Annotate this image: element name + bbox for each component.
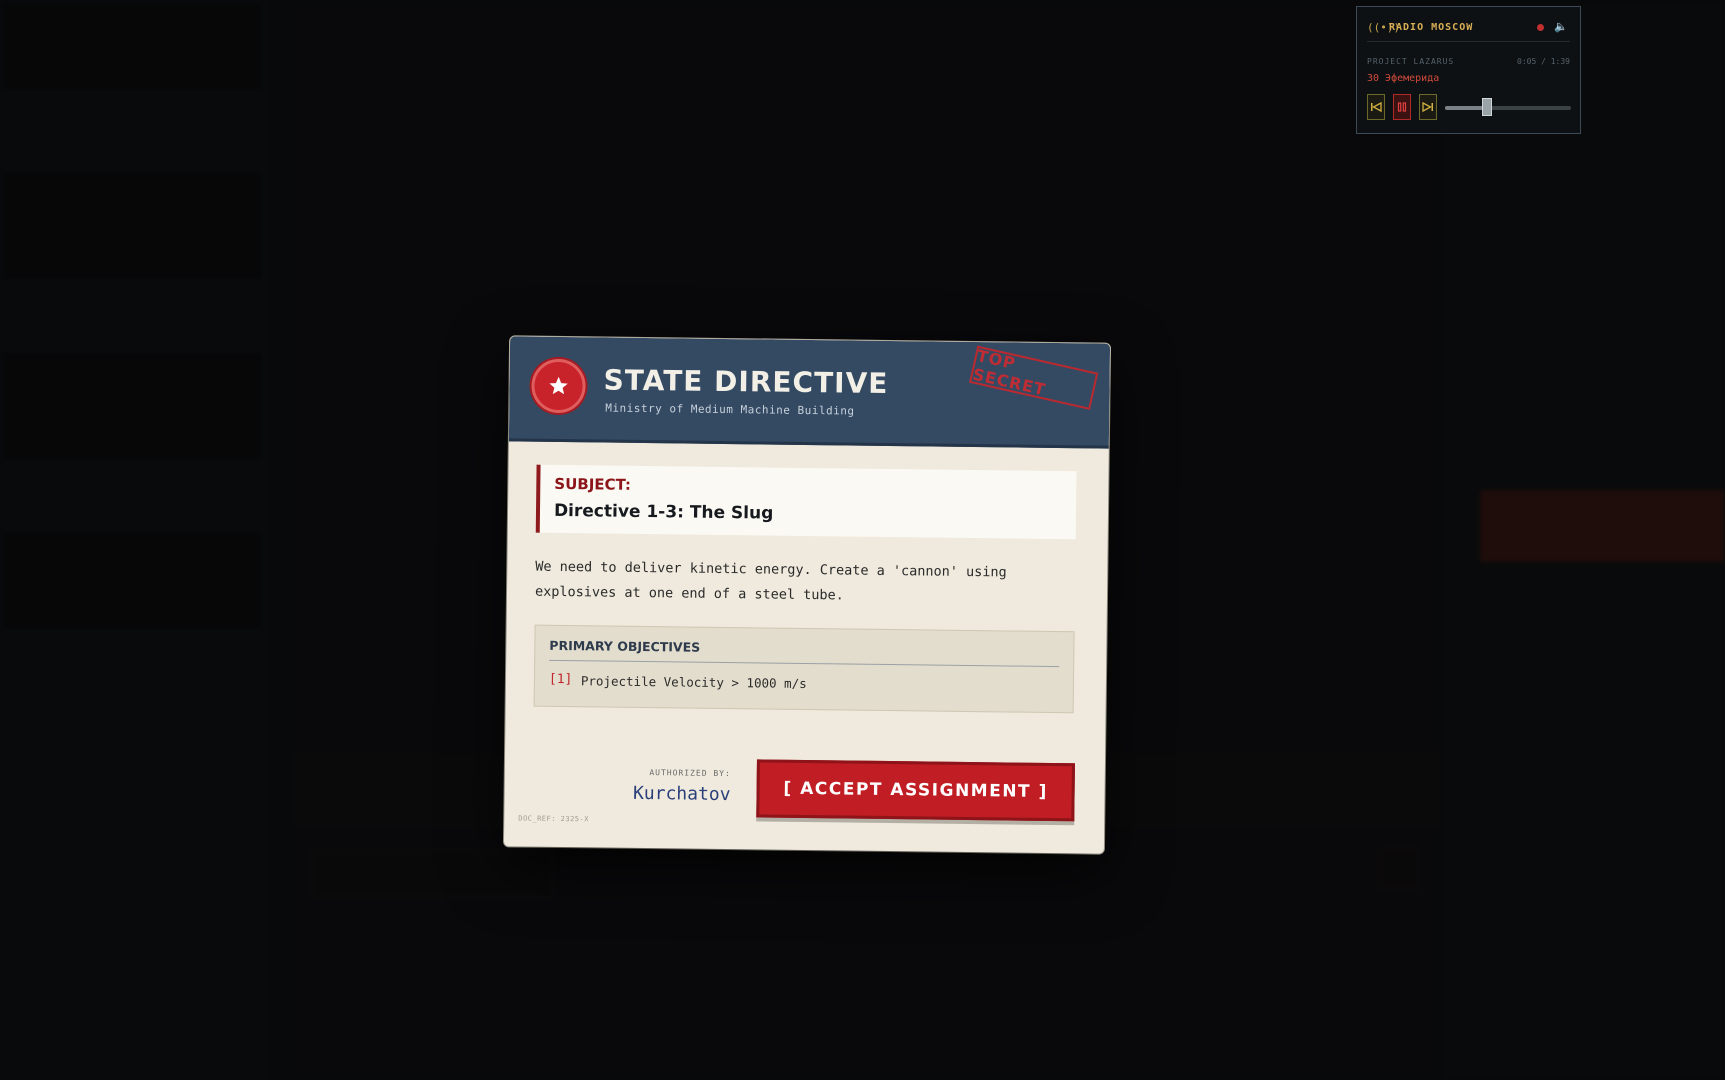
volume-slider[interactable] bbox=[1445, 98, 1571, 116]
star-icon bbox=[549, 376, 568, 395]
objectives-panel: PRIMARY OBJECTIVES [1] Projectile Veloci… bbox=[533, 624, 1075, 714]
top-secret-stamp: TOP SECRET bbox=[969, 345, 1099, 410]
radio-project: PROJECT LAZARUS bbox=[1367, 57, 1455, 66]
radio-title: RADIO MOSCOW bbox=[1389, 22, 1474, 33]
radio-player: ((•)) RADIO MOSCOW 🔈 PROJECT LAZARUS 0:0… bbox=[1356, 6, 1581, 134]
volume-slider-thumb[interactable] bbox=[1481, 98, 1492, 116]
authorized-signature: Kurchatov bbox=[632, 782, 731, 806]
accept-assignment-button[interactable]: [ ACCEPT ASSIGNMENT ] bbox=[756, 759, 1075, 822]
previous-track-button[interactable] bbox=[1367, 94, 1385, 120]
modal-header: STATE DIRECTIVE Ministry of Medium Machi… bbox=[508, 336, 1111, 449]
pause-icon bbox=[1397, 102, 1407, 112]
objective-text: Projectile Velocity > 1000 m/s bbox=[580, 673, 807, 692]
volume-icon[interactable]: 🔈 bbox=[1554, 20, 1568, 33]
star-seal-icon bbox=[531, 358, 586, 414]
pause-button[interactable] bbox=[1393, 94, 1411, 120]
objective-index: [1] bbox=[548, 671, 573, 688]
directive-body: We need to deliver kinetic energy. Creat… bbox=[534, 558, 1007, 604]
state-directive-modal: STATE DIRECTIVE Ministry of Medium Machi… bbox=[503, 336, 1111, 854]
radio-track: 30 Эфемерида bbox=[1367, 73, 1440, 84]
radio-header: ((•)) RADIO MOSCOW 🔈 bbox=[1367, 20, 1570, 42]
subject-value: Directive 1-3: The Slug bbox=[553, 500, 774, 524]
modal-title: STATE DIRECTIVE bbox=[603, 363, 889, 400]
subject-box: SUBJECT: Directive 1-3: The Slug bbox=[535, 464, 1077, 540]
skip-back-icon bbox=[1371, 101, 1382, 113]
volume-slider-fill bbox=[1445, 106, 1487, 110]
skip-forward-icon bbox=[1422, 101, 1433, 113]
radio-time: 0:05 / 1:39 bbox=[1517, 57, 1570, 66]
objectives-title: PRIMARY OBJECTIVES bbox=[549, 637, 701, 655]
next-track-button[interactable] bbox=[1419, 94, 1437, 120]
authorized-label: AUTHORIZED BY: bbox=[649, 768, 731, 779]
document-reference: DOC_REF: 2325-X bbox=[518, 814, 590, 824]
live-indicator-icon bbox=[1537, 24, 1544, 31]
modal-subtitle: Ministry of Medium Machine Building bbox=[605, 401, 855, 418]
subject-label: SUBJECT: bbox=[554, 474, 632, 494]
divider bbox=[549, 659, 1060, 668]
